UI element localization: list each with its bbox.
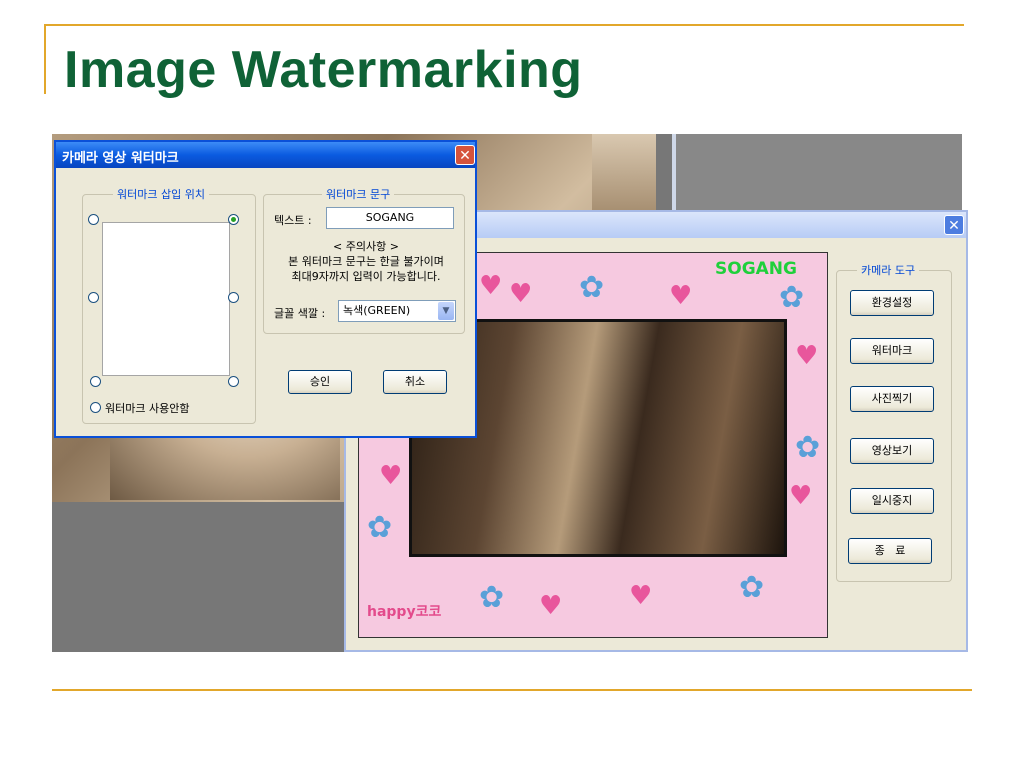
- butterfly-decoration: ✿: [479, 580, 505, 615]
- watermark-dialog: 카메라 영상 워터마크 ✕ 워터마크 삽입 위치 워터마크 사용안함 워터마크 …: [54, 140, 477, 438]
- font-color-label: 글꼴 색깔 :: [274, 307, 326, 320]
- pause-button[interactable]: 일시중지: [850, 488, 934, 514]
- camera-tools-group: 카메라 도구: [836, 262, 952, 582]
- camera-tools-group-label: 카메라 도구: [857, 262, 920, 278]
- position-preview: [102, 222, 230, 376]
- close-icon: ✕: [948, 218, 960, 234]
- frame-caption: happy코코: [367, 604, 442, 620]
- font-color-select[interactable]: 녹색(GREEN) ▼: [338, 300, 456, 322]
- position-bottom-right-radio[interactable]: [228, 376, 239, 387]
- background-photo-corner: [592, 134, 656, 214]
- butterfly-decoration: ✿: [579, 270, 605, 305]
- watermark-dialog-title: 카메라 영상 워터마크: [62, 151, 179, 166]
- chevron-down-icon[interactable]: ▼: [438, 302, 454, 320]
- watermark-overlay-text: SOGANG: [715, 259, 797, 279]
- exit-button[interactable]: 종 료: [848, 538, 932, 564]
- position-top-left-radio[interactable]: [88, 214, 99, 225]
- position-top-right-radio[interactable]: [228, 214, 239, 225]
- heart-decoration: ♥: [629, 581, 653, 611]
- cancel-button[interactable]: 취소: [383, 370, 447, 394]
- heart-decoration: ♥: [795, 341, 819, 371]
- position-group-label: 워터마크 삽입 위치: [113, 186, 209, 202]
- heart-decoration: ♥: [509, 279, 533, 309]
- heart-decoration: ♥: [789, 481, 813, 511]
- text-field-label: 텍스트 :: [274, 214, 312, 227]
- left-rule: [44, 24, 46, 94]
- slide-title: Image Watermarking: [64, 41, 583, 99]
- notice-line-2: 최대9자까지 입력이 가능합니다.: [291, 270, 441, 283]
- position-middle-left-radio[interactable]: [88, 292, 99, 303]
- butterfly-decoration: ✿: [739, 570, 765, 605]
- camera-window-close-button[interactable]: ✕: [944, 215, 964, 235]
- position-middle-right-radio[interactable]: [228, 292, 239, 303]
- ok-button[interactable]: 승인: [288, 370, 352, 394]
- heart-decoration: ♥: [379, 461, 403, 491]
- position-bottom-left-radio[interactable]: [90, 376, 101, 387]
- text-group-label: 워터마크 문구: [322, 186, 395, 202]
- butterfly-decoration: ✿: [779, 280, 805, 315]
- heart-decoration: ♥: [539, 591, 563, 621]
- heart-decoration: ♥: [669, 281, 693, 311]
- settings-button[interactable]: 환경설정: [850, 290, 934, 316]
- background-window: [672, 134, 962, 214]
- watermark-dialog-close-button[interactable]: ✕: [455, 145, 475, 165]
- notice-line-1: 본 워터마크 문구는 한글 불가이며: [288, 255, 444, 268]
- take-photo-button[interactable]: 사진찍기: [850, 386, 934, 412]
- view-video-button[interactable]: 영상보기: [850, 438, 934, 464]
- watermark-button[interactable]: 워터마크: [850, 338, 934, 364]
- notice-title: < 주의사항 >: [333, 240, 399, 253]
- watermark-text-input[interactable]: SOGANG: [326, 207, 454, 229]
- top-rule: [44, 24, 964, 26]
- butterfly-decoration: ✿: [795, 430, 821, 465]
- heart-decoration: ♥: [479, 271, 503, 301]
- no-watermark-radio[interactable]: [90, 402, 101, 413]
- bottom-rule: [52, 689, 972, 691]
- close-icon: ✕: [459, 148, 471, 164]
- no-watermark-label: 워터마크 사용안함: [105, 402, 190, 415]
- butterfly-decoration: ✿: [367, 510, 393, 545]
- font-color-value: 녹색(GREEN): [343, 304, 411, 317]
